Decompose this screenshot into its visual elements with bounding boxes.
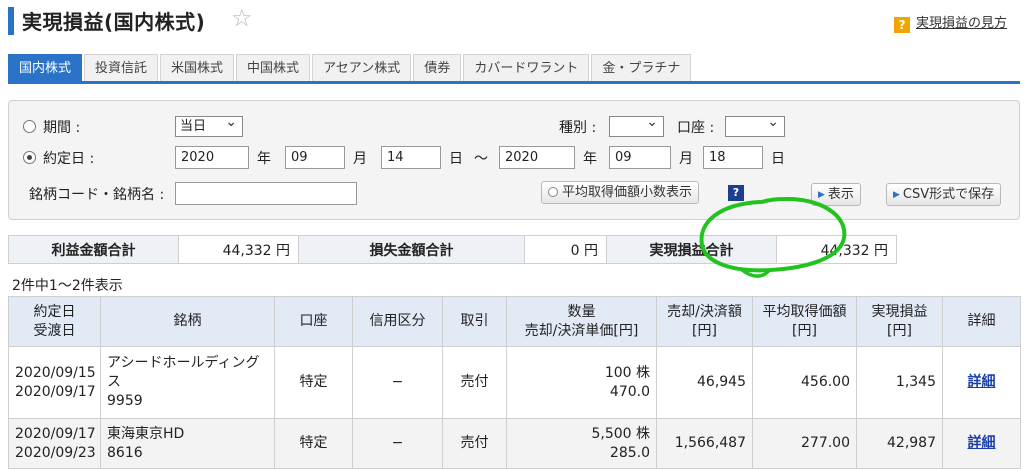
row-stock: 東海東京HD 8616 — [100, 418, 275, 469]
from-year-input[interactable]: 2020 — [175, 146, 249, 169]
to-day-unit: 日 — [771, 151, 785, 167]
header-detail: 詳細 — [942, 296, 1021, 347]
title-accent-bar — [8, 7, 14, 35]
loss-total-label: 損失金額合計 — [298, 235, 525, 264]
help-link-label[interactable]: 実現損益の見方 — [916, 16, 1007, 31]
account-label: 口座 : — [677, 120, 715, 136]
question-icon: ? — [894, 17, 910, 33]
row-margin: − — [352, 418, 443, 469]
header-avg-price: 平均取得価額 [円] — [752, 296, 857, 347]
tab-asean-stocks[interactable]: アセアン株式 — [312, 54, 412, 82]
table-row: 2020/09/15 2020/09/17 アシードホールディングス 9959 特定… — [8, 346, 1021, 419]
to-year-input[interactable]: 2020 — [499, 146, 575, 169]
period-label: 期間 : — [43, 120, 81, 136]
header-account: 口座 — [274, 296, 353, 347]
range-tilde: 〜 — [474, 151, 488, 167]
detail-link[interactable]: 詳細 — [968, 435, 996, 451]
table-header-row: 約定日 受渡日 銘柄 口座 信用区分 取引 数量 売却/決済単価[円] 売却/決済額… — [8, 296, 1021, 347]
avg-help-icon[interactable]: ? — [728, 185, 744, 201]
row-realized: 42,987 — [856, 418, 943, 469]
help-link[interactable]: ? 実現損益の見方 — [894, 12, 1007, 33]
row-detail-cell: 詳細 — [942, 418, 1021, 469]
row-account: 特定 — [274, 418, 353, 469]
to-month-input[interactable]: 09 — [609, 146, 671, 169]
period-select[interactable]: 当日 — [175, 113, 243, 137]
row-avg-price: 456.00 — [752, 346, 857, 419]
realized-total-value: 44,332 円 — [776, 235, 897, 264]
tab-us-stocks[interactable]: 米国株式 — [160, 54, 235, 82]
row-margin: − — [352, 346, 443, 419]
type-select[interactable] — [609, 113, 664, 137]
detail-link[interactable]: 詳細 — [968, 374, 996, 390]
from-year-unit: 年 — [257, 151, 271, 167]
from-month-unit: 月 — [353, 151, 367, 167]
from-day-unit: 日 — [449, 151, 463, 167]
page-title: 実現損益(国内株式) — [22, 10, 206, 34]
search-panel: 期間 : 当日 種別 : 口座 : 約定日 : 2020 年 09 月 14 日… — [8, 100, 1020, 220]
row-dates: 2020/09/17 2020/09/23 — [8, 418, 101, 469]
header-trade: 取引 — [442, 296, 507, 347]
loss-total-value: 0 円 — [524, 235, 607, 264]
avg-decimal-radio — [548, 187, 558, 197]
tab-bonds[interactable]: 債券 — [413, 54, 462, 82]
market-tabs: 国内株式 投資信託 米国株式 中国株式 アセアン株式 債券 カバードワラント 金… — [8, 54, 693, 82]
code-label: 銘柄コード・銘柄名 : — [29, 187, 165, 203]
to-month-unit: 月 — [679, 151, 693, 167]
row-quantity: 5,500 株 285.0 — [506, 418, 657, 469]
tab-investment-trusts[interactable]: 投資信託 — [84, 54, 159, 82]
header-margin: 信用区分 — [352, 296, 443, 347]
row-realized: 1,345 — [856, 346, 943, 419]
tab-domestic-stocks[interactable]: 国内株式 — [8, 54, 83, 82]
avg-decimal-button[interactable]: 平均取得価額小数表示 — [541, 181, 700, 204]
stock-code-input[interactable] — [175, 182, 357, 205]
account-select[interactable] — [725, 113, 785, 137]
row-account: 特定 — [274, 346, 353, 419]
to-year-unit: 年 — [583, 151, 597, 167]
profit-total-label: 利益金額合計 — [8, 235, 179, 264]
result-count: 2件中1〜2件表示 — [12, 278, 123, 294]
tab-china-stocks[interactable]: 中国株式 — [236, 54, 311, 82]
profit-total-value: 44,332 円 — [178, 235, 299, 264]
header-realized: 実現損益 [円] — [856, 296, 943, 347]
show-button[interactable]: ▶ 表示 — [811, 183, 861, 206]
row-trade: 売付 — [442, 418, 507, 469]
row-sale-amount: 46,945 — [656, 346, 753, 419]
table-row: 2020/09/17 2020/09/23 東海東京HD 8616 特定 − 売付 … — [8, 418, 1021, 469]
tab-gold-platinum[interactable]: 金・プラチナ — [591, 54, 692, 82]
header-stock: 銘柄 — [100, 296, 275, 347]
contract-date-label: 約定日 : — [43, 151, 95, 167]
page-header: 実現損益(国内株式) ☆ ? 実現損益の見方 — [0, 0, 1024, 44]
tab-covered-warrants[interactable]: カバードワラント — [463, 54, 590, 82]
header-sale-amount: 売却/決済額 [円] — [656, 296, 753, 347]
summary-table: 利益金額合計 44,332 円 損失金額合計 0 円 実現損益合計 44,332… — [8, 235, 897, 264]
row-sale-amount: 1,566,487 — [656, 418, 753, 469]
row-trade: 売付 — [442, 346, 507, 419]
header-quantity: 数量 売却/決済単価[円] — [506, 296, 657, 347]
favorite-star-icon[interactable]: ☆ — [231, 4, 253, 32]
row-quantity: 100 株 470.0 — [506, 346, 657, 419]
from-month-input[interactable]: 09 — [285, 146, 345, 169]
row-dates: 2020/09/15 2020/09/17 — [8, 346, 101, 419]
row-detail-cell: 詳細 — [942, 346, 1021, 419]
to-day-input[interactable]: 18 — [703, 146, 763, 169]
type-label: 種別 : — [559, 120, 597, 136]
results-table: 約定日 受渡日 銘柄 口座 信用区分 取引 数量 売却/決済単価[円] 売却/決済額… — [8, 296, 1021, 469]
tab-underline — [8, 81, 1020, 84]
row-avg-price: 277.00 — [752, 418, 857, 469]
header-dates: 約定日 受渡日 — [8, 296, 101, 347]
row-stock: アシードホールディングス 9959 — [100, 346, 275, 419]
realized-total-label: 実現損益合計 — [606, 235, 777, 264]
period-radio[interactable] — [23, 120, 36, 133]
from-day-input[interactable]: 14 — [381, 146, 441, 169]
contract-date-radio[interactable] — [23, 151, 36, 164]
csv-save-button[interactable]: ▶ CSV形式で保存 — [886, 183, 1002, 206]
